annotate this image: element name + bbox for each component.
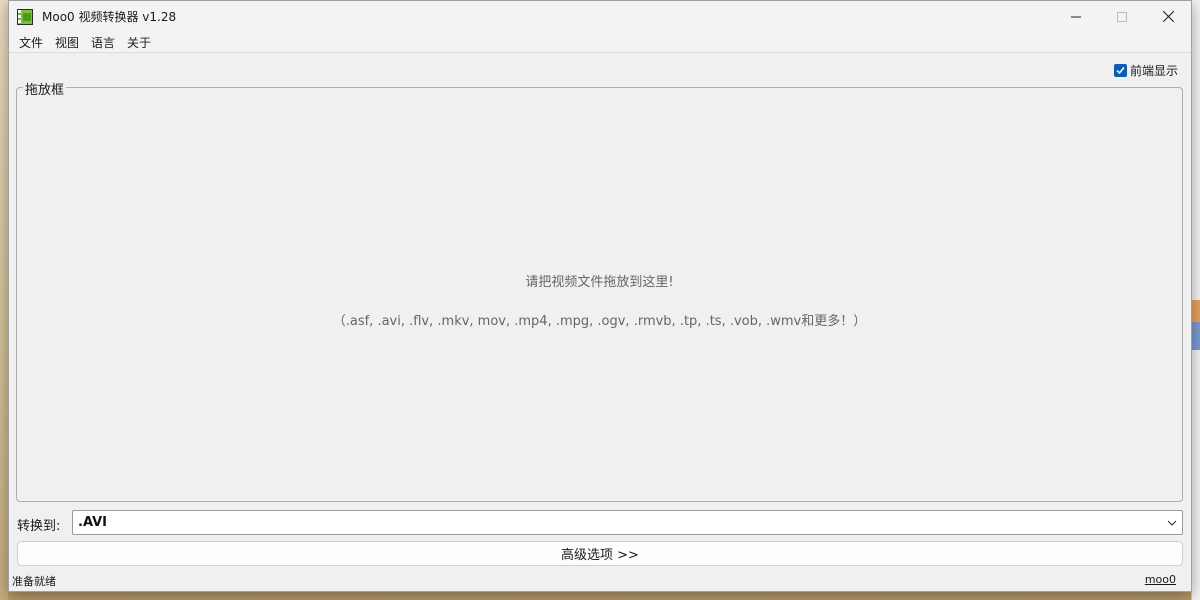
menu-view[interactable]: 视图 <box>49 34 85 51</box>
menu-file[interactable]: 文件 <box>13 34 49 51</box>
minimize-button[interactable] <box>1053 1 1099 32</box>
menu-bar: 文件 视图 语言 关于 <box>9 32 1191 53</box>
checkmark-icon <box>1116 67 1125 75</box>
drop-zone-hint: 请把视频文件拖放到这里! <box>525 275 674 290</box>
desktop-background-left <box>0 0 8 600</box>
menu-language[interactable]: 语言 <box>85 34 121 51</box>
drop-zone-legend: 拖放框 <box>23 79 67 98</box>
window-controls <box>1053 1 1191 32</box>
window-title: Moo0 视频转换器 v1.28 <box>42 10 177 24</box>
always-on-top-option[interactable]: 前端显示 <box>1113 62 1178 79</box>
minimize-icon <box>1071 16 1081 17</box>
selected-format: .AVI <box>78 515 108 530</box>
chevron-down-icon <box>1162 520 1182 526</box>
close-icon <box>1162 11 1174 22</box>
background-window-fragment <box>1192 322 1200 350</box>
desktop-background-right <box>1191 0 1200 600</box>
menu-about[interactable]: 关于 <box>121 34 157 51</box>
convert-to-label: 转换到: <box>17 519 61 534</box>
output-format-select[interactable]: .AVI <box>72 510 1183 535</box>
background-window-fragment <box>1192 300 1200 322</box>
maximize-icon <box>1117 11 1127 22</box>
status-text: 准备就绪 <box>12 575 56 588</box>
supported-formats: （.asf, .avi, .flv, .mkv, mov, .mp4, .mpg… <box>332 314 867 329</box>
always-on-top-label: 前端显示 <box>1129 64 1178 78</box>
title-bar[interactable]: Moo0 视频转换器 v1.28 <box>9 1 1191 32</box>
moo0-link[interactable]: moo0 <box>1145 573 1176 586</box>
app-logo-icon <box>17 8 33 25</box>
always-on-top-checkbox[interactable] <box>1113 64 1127 77</box>
close-button[interactable] <box>1145 1 1191 32</box>
drop-zone[interactable]: 拖放框 请把视频文件拖放到这里! （.asf, .avi, .flv, .mkv… <box>16 79 1183 502</box>
app-window: Moo0 视频转换器 v1.28 文件 视图 语言 关于 前端显示 拖放框 请把… <box>8 0 1192 592</box>
maximize-button[interactable] <box>1099 1 1145 32</box>
advanced-options-button[interactable]: 高级选项 >> <box>17 541 1183 566</box>
